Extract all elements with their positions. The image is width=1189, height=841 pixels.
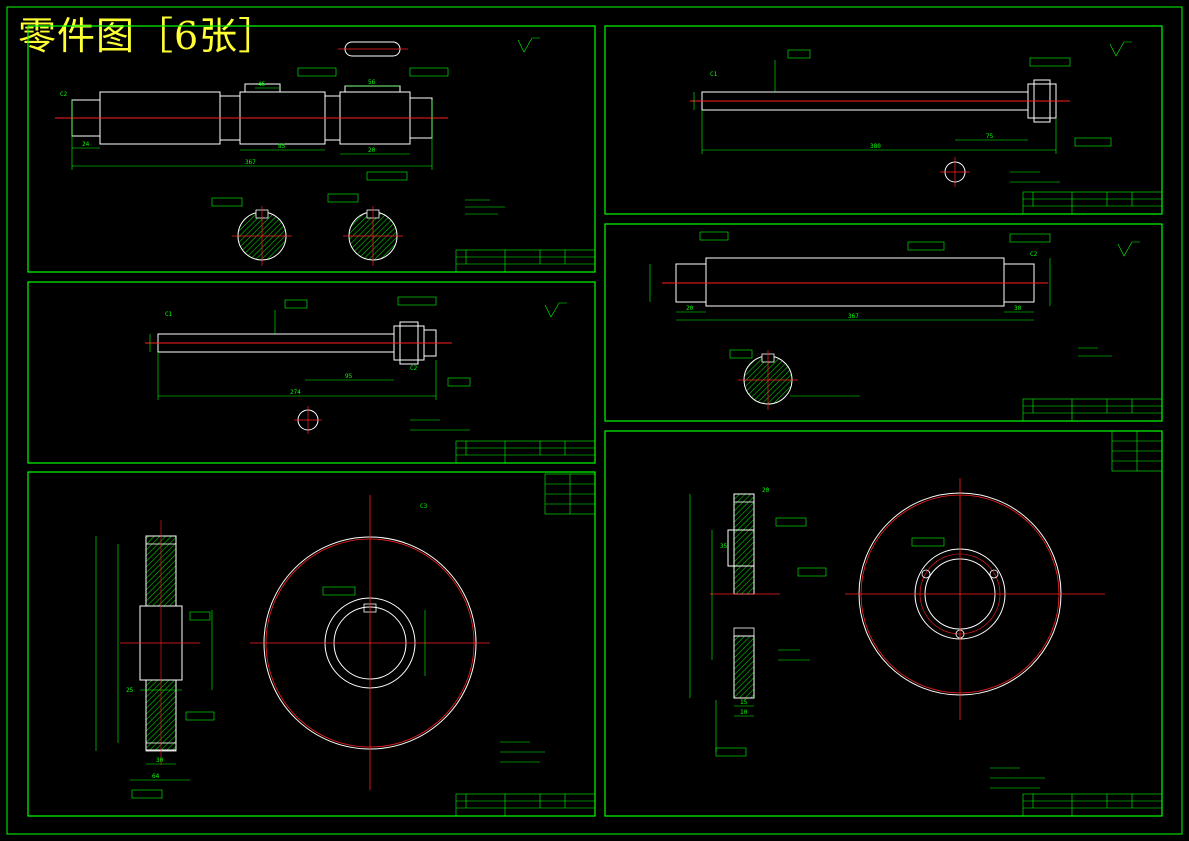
dim-20: 20 [368,147,376,154]
sheet-2-shaft-drawing: 274 95 C1 C2 [27,281,596,464]
dim-75: 75 [986,133,994,140]
dim-c2: C2 [410,365,418,372]
dim-c2: C2 [1030,251,1038,258]
sheet-6-gear-drawing: 15 10 35 20 [604,430,1163,817]
dim-30: 30 [1014,305,1022,312]
dim-367: 367 [245,159,256,166]
dim-367: 367 [848,313,859,320]
dim-85: 85 [278,143,286,150]
sheet-1-shaft-drawing: 24 85 367 45 56 20 C2 [27,25,596,273]
dim-c3: C3 [420,503,428,510]
sheet-4-shaft-drawing: 380 75 C1 [604,25,1163,215]
dim-35: 35 [720,543,728,550]
dim-20: 20 [686,305,694,312]
dim-c1: C1 [165,311,173,318]
dim-25: 25 [126,687,134,694]
dim-56: 56 [368,79,376,86]
dim-c2: C2 [60,91,68,98]
dim-64: 64 [152,773,160,780]
sheet-5-shaft-drawing: 367 20 30 C2 [604,223,1163,422]
dim-380: 380 [870,143,881,150]
dim-30: 30 [156,757,164,764]
dim-15: 15 [740,699,748,706]
dim-10: 10 [740,709,748,716]
dim-95: 95 [345,373,353,380]
dim-20: 20 [762,487,770,494]
dim-45: 45 [258,81,266,88]
sheet-3-gear-drawing: 64 30 25 C3 [27,471,596,817]
dim-274: 274 [290,389,301,396]
cad-drawing-canvas: 24 85 367 45 56 20 C2 274 95 C1 C2 64 30… [6,6,1183,835]
dim-24: 24 [82,141,90,148]
dim-c1: C1 [710,71,718,78]
